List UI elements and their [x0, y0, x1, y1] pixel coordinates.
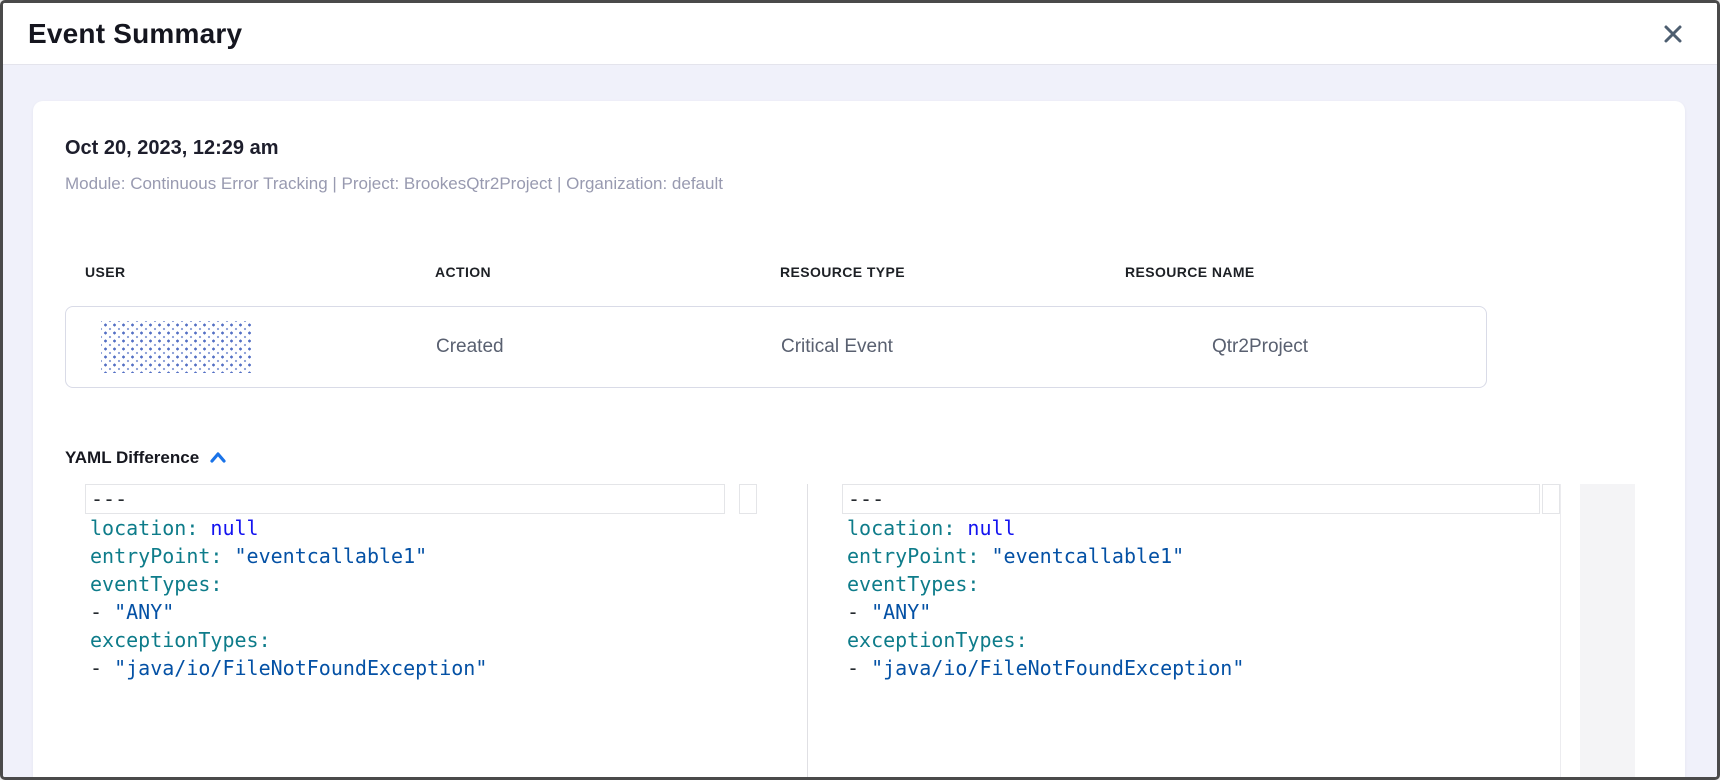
yaml-difference-section-header: YAML Difference: [65, 448, 1653, 468]
code-line: ---: [842, 484, 1540, 514]
table-row: Created Critical Event Qtr2Project: [65, 306, 1487, 388]
yaml-diff-right-pane: ---location: nullentryPoint: "eventcalla…: [814, 484, 1635, 777]
yaml-diff-left-pane[interactable]: ---location: nullentryPoint: "eventcalla…: [81, 484, 808, 777]
redacted-user-pattern: [101, 321, 251, 373]
modal-body: Oct 20, 2023, 12:29 am Module: Continuou…: [3, 65, 1717, 777]
close-button[interactable]: [1657, 18, 1689, 50]
code-line: eventTypes:: [85, 570, 807, 598]
modal-title: Event Summary: [28, 18, 242, 50]
current-line-highlight: ---: [842, 484, 1560, 514]
user-cell: [86, 321, 436, 373]
line-end-marker: [739, 484, 757, 514]
close-icon: [1662, 23, 1684, 45]
code-line: exceptionTypes:: [842, 626, 1560, 654]
yaml-diff-right-code[interactable]: ---location: nullentryPoint: "eventcalla…: [814, 484, 1560, 777]
column-header-user: USER: [85, 264, 435, 280]
code-line: location: null: [85, 514, 807, 542]
code-line: - "java/io/FileNotFoundException": [842, 654, 1560, 682]
event-context: Module: Continuous Error Tracking | Proj…: [65, 174, 1653, 194]
event-timestamp: Oct 20, 2023, 12:29 am: [65, 137, 1653, 160]
code-line: - "ANY": [842, 598, 1560, 626]
code-line: entryPoint: "eventcallable1": [842, 542, 1560, 570]
diff-minimap-strip[interactable]: [1580, 484, 1635, 777]
yaml-diff-viewer: ---location: nullentryPoint: "eventcalla…: [81, 484, 1635, 777]
action-cell: Created: [436, 336, 781, 358]
code-line: entryPoint: "eventcallable1": [85, 542, 807, 570]
column-header-resource-type: RESOURCE TYPE: [780, 264, 1125, 280]
code-line: - "ANY": [85, 598, 807, 626]
yaml-difference-label: YAML Difference: [65, 448, 199, 468]
code-line: location: null: [842, 514, 1560, 542]
table-header-row: USER ACTION RESOURCE TYPE RESOURCE NAME: [65, 264, 1653, 280]
code-line: ---: [85, 484, 725, 514]
code-line: eventTypes:: [842, 570, 1560, 598]
column-header-action: ACTION: [435, 264, 780, 280]
column-header-resource-name: RESOURCE NAME: [1125, 264, 1653, 280]
line-end-marker: [1542, 484, 1560, 514]
diff-scrollbar-strip[interactable]: [1560, 484, 1580, 777]
collapse-toggle[interactable]: [209, 450, 227, 466]
event-summary-modal: Event Summary Oct 20, 2023, 12:29 am Mod…: [0, 0, 1720, 780]
code-line: - "java/io/FileNotFoundException": [85, 654, 807, 682]
resource-type-cell: Critical Event: [781, 336, 1126, 358]
current-line-highlight: ---: [85, 484, 807, 514]
modal-header: Event Summary: [3, 3, 1717, 65]
event-card: Oct 20, 2023, 12:29 am Module: Continuou…: [33, 101, 1685, 777]
chevron-up-icon: [209, 450, 227, 466]
code-line: exceptionTypes:: [85, 626, 807, 654]
resource-name-cell: Qtr2Project: [1126, 336, 1486, 358]
